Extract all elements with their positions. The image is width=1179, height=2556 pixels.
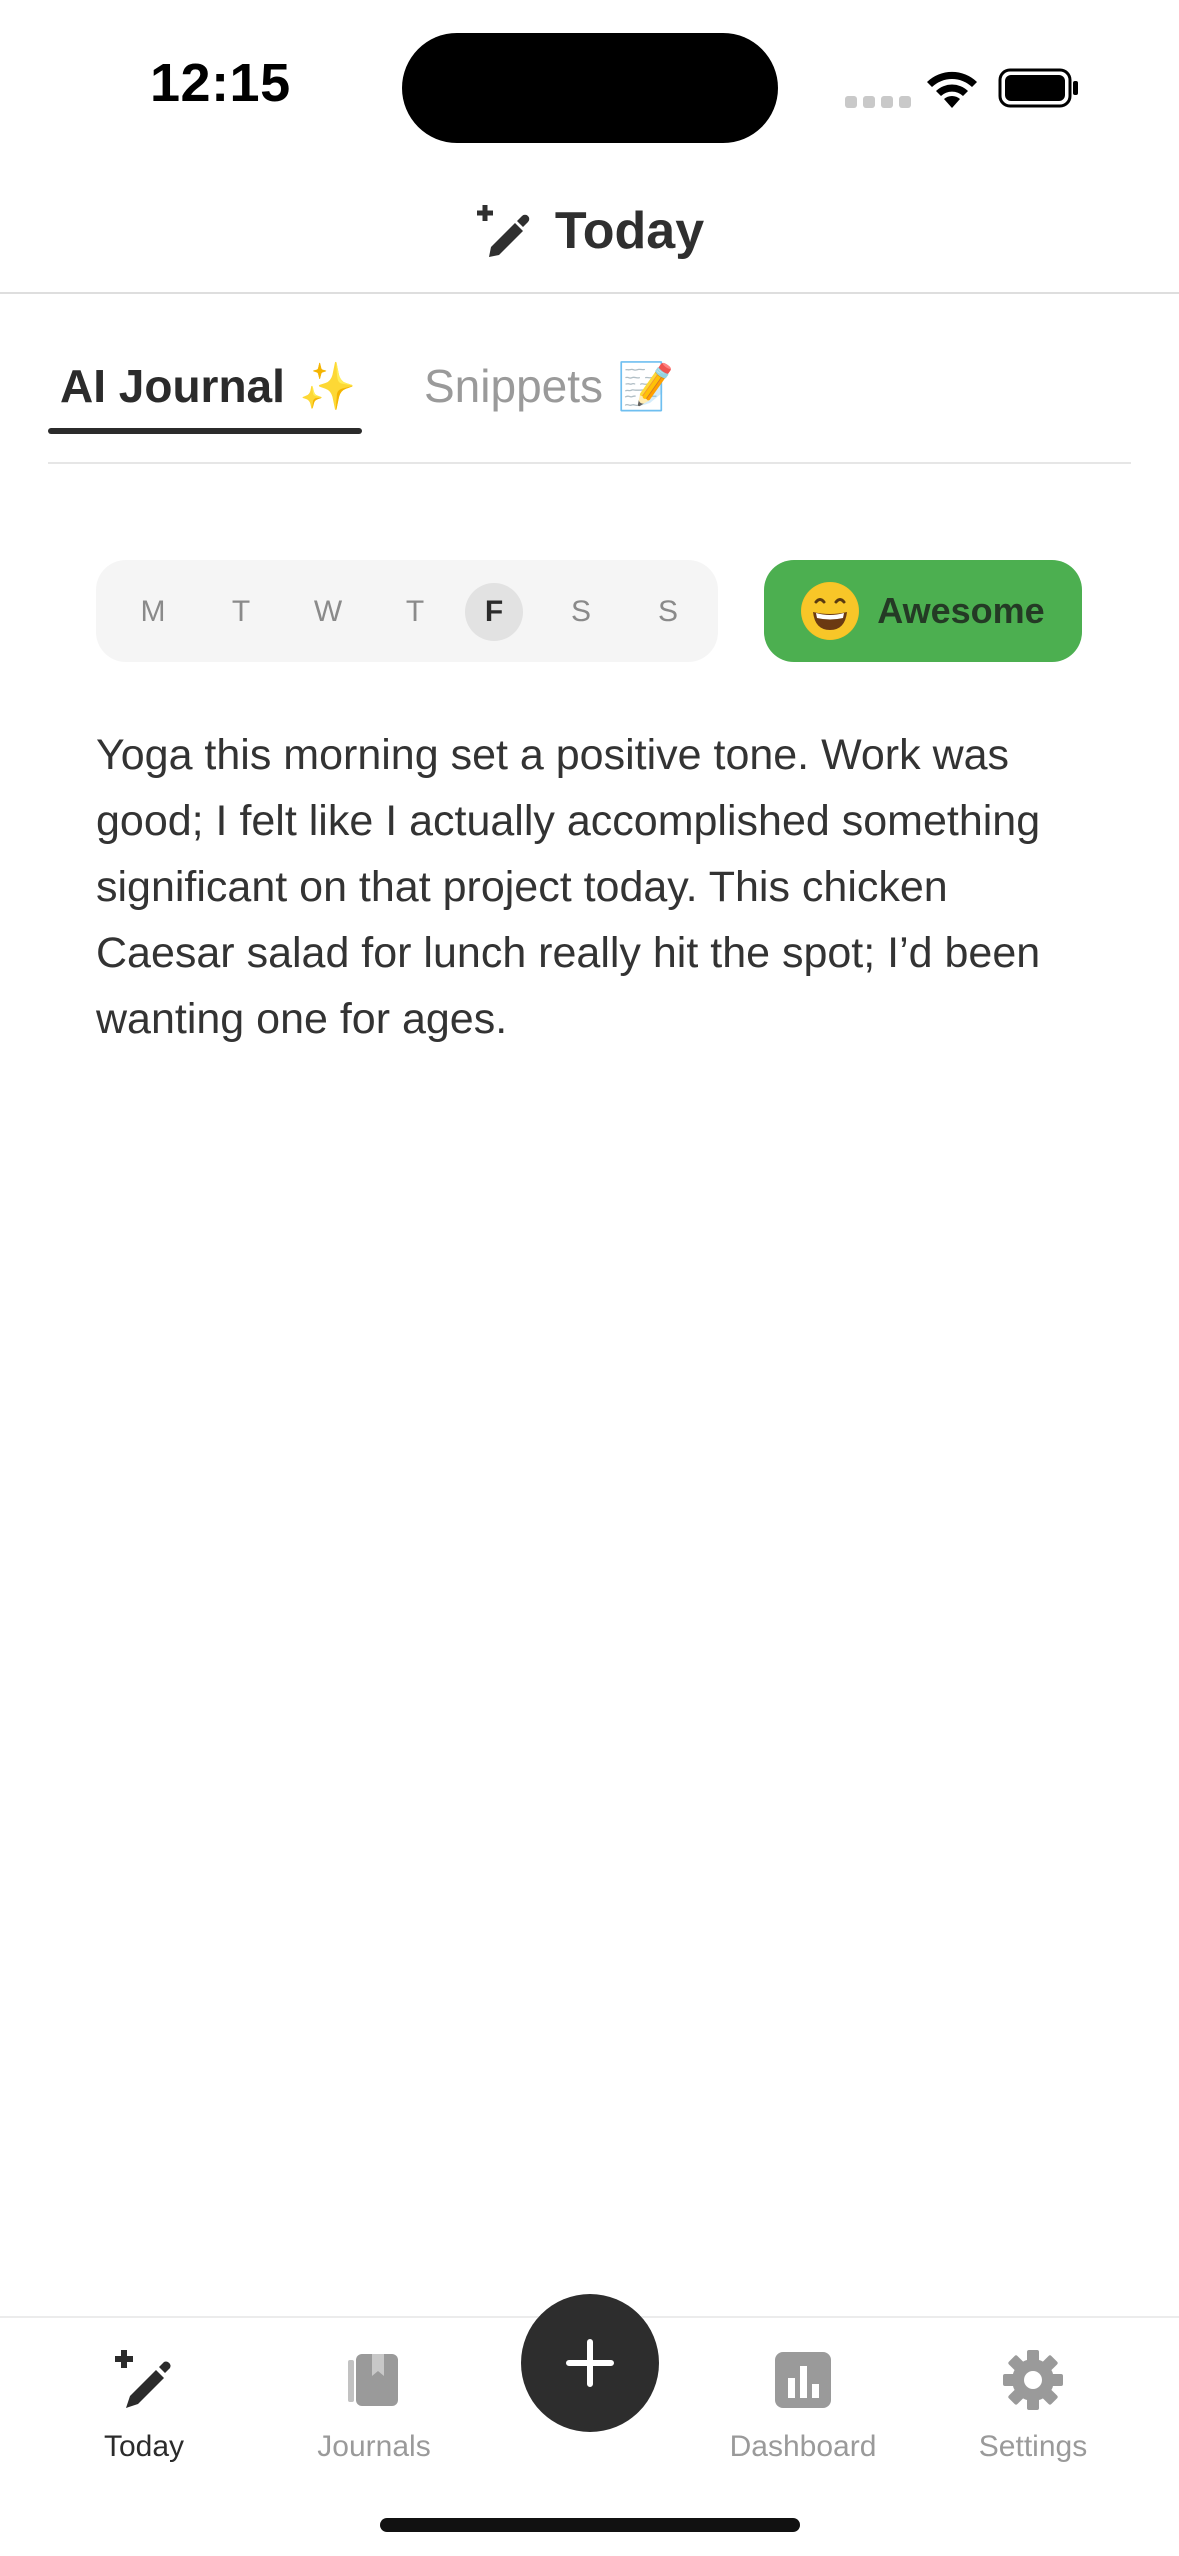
- screen: 12:15 Today AI Journal ✨ Snippets 📝 M T …: [0, 0, 1179, 2556]
- nav-label: Dashboard: [729, 2430, 877, 2463]
- nav-dashboard[interactable]: Dashboard: [703, 2348, 903, 2488]
- day-friday[interactable]: F: [465, 583, 523, 641]
- cellular-signal-icon: [845, 96, 911, 108]
- day-sunday[interactable]: S: [639, 583, 697, 641]
- dynamic-island: [402, 33, 778, 143]
- mood-label: Awesome: [877, 590, 1045, 631]
- tab-snippets[interactable]: Snippets 📝: [424, 356, 674, 416]
- plus-icon: [566, 2339, 614, 2387]
- gear-icon: [1003, 2350, 1063, 2410]
- app-header: Today: [0, 170, 1179, 294]
- battery-icon: [998, 68, 1078, 108]
- tab-label: Snippets: [424, 360, 604, 412]
- pencil-sparkle-icon: [476, 205, 530, 257]
- day-tuesday[interactable]: T: [212, 583, 270, 641]
- grinning-face-icon: [801, 582, 860, 640]
- nav-label: Today: [103, 2430, 185, 2463]
- wifi-icon: [927, 71, 977, 108]
- day-wednesday[interactable]: W: [299, 583, 357, 641]
- nav-label: Settings: [978, 2430, 1088, 2463]
- week-day-selector: M T W T F S S: [96, 560, 718, 662]
- journals-icon: [348, 2354, 398, 2406]
- memo-icon: 📝: [617, 360, 675, 412]
- journal-tabs: AI Journal ✨ Snippets 📝: [48, 294, 1131, 464]
- active-tab-indicator: [48, 428, 362, 434]
- page-title: Today: [554, 202, 705, 260]
- sparkles-icon: ✨: [298, 360, 357, 412]
- nav-settings[interactable]: Settings: [933, 2348, 1133, 2488]
- nav-label: Journals: [317, 2430, 431, 2463]
- add-entry-button[interactable]: [521, 2294, 659, 2432]
- status-bar: 12:15: [0, 0, 1179, 170]
- day-thursday[interactable]: T: [386, 583, 444, 641]
- nav-today[interactable]: Today: [44, 2348, 244, 2488]
- day-saturday[interactable]: S: [552, 583, 610, 641]
- nav-journals[interactable]: Journals: [274, 2348, 474, 2488]
- journal-entry-text[interactable]: Yoga this morning set a positive tone. W…: [96, 722, 1086, 1052]
- bar-chart-icon: [775, 2352, 831, 2408]
- day-monday[interactable]: M: [124, 583, 182, 641]
- tab-label: AI Journal: [60, 360, 285, 412]
- status-time: 12:15: [150, 53, 291, 113]
- pencil-sparkle-icon: [115, 2350, 171, 2408]
- mood-button[interactable]: Awesome: [764, 560, 1082, 662]
- tab-ai-journal[interactable]: AI Journal ✨: [60, 356, 356, 416]
- home-indicator: [380, 2518, 800, 2532]
